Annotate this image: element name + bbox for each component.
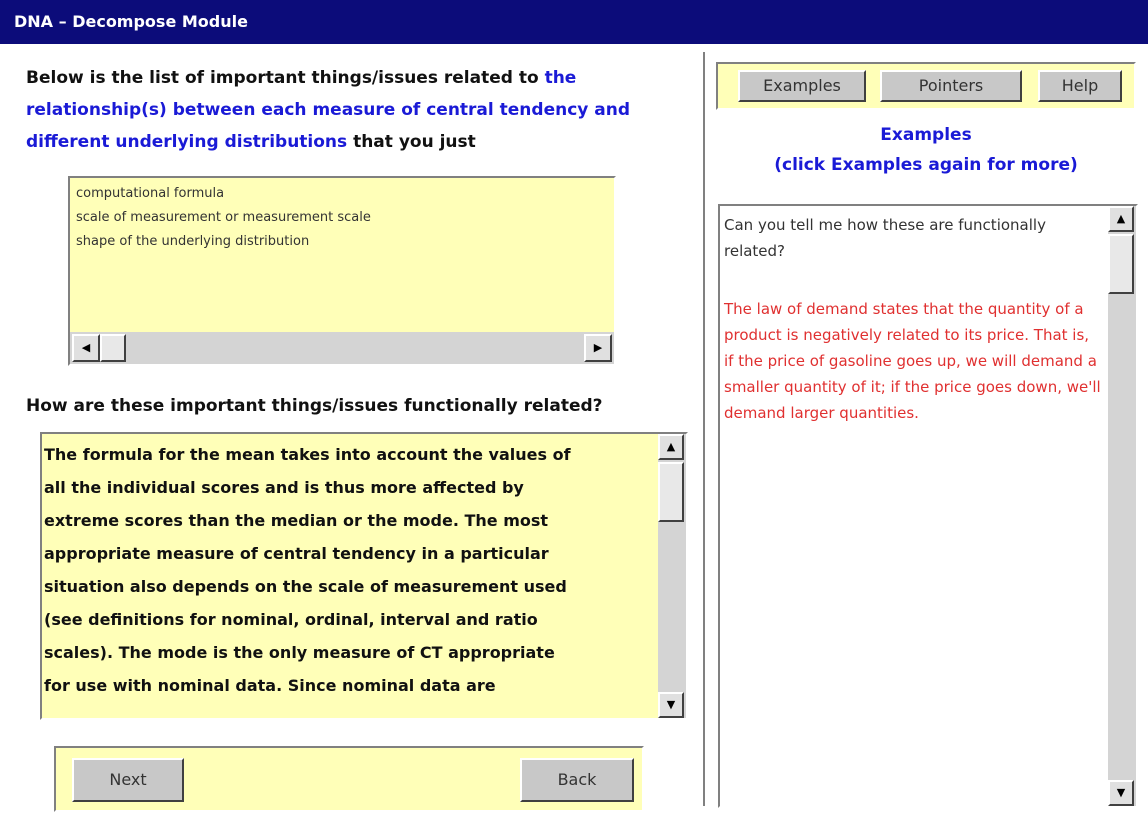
examples-vertical-scrollbar[interactable]: ▲ ▼: [1108, 206, 1136, 806]
examples-subtitle: (click Examples again for more): [774, 155, 1078, 175]
navigation-panel: Next Back: [54, 746, 644, 812]
answer-text[interactable]: The formula for the mean takes into acco…: [44, 438, 654, 702]
examples-title: Examples: [880, 125, 972, 145]
vertical-scroll-thumb[interactable]: [658, 462, 684, 522]
examples-panel[interactable]: Can you tell me how these are functional…: [718, 204, 1138, 808]
title-bar: DNA – Decompose Module: [0, 0, 1148, 44]
list-item[interactable]: scale of measurement or measurement scal…: [76, 206, 371, 230]
horizontal-scroll-thumb[interactable]: [100, 334, 126, 362]
next-button[interactable]: Next: [72, 758, 184, 802]
intro-text: Below is the list of important things/is…: [26, 62, 676, 158]
back-button[interactable]: Back: [520, 758, 634, 802]
question-label: How are these important things/issues fu…: [26, 396, 603, 416]
example-body: The law of demand states that the quanti…: [724, 300, 1101, 422]
help-toolbar: Examples Pointers Help: [716, 62, 1136, 110]
examples-heading: Examples (click Examples again for more): [716, 120, 1136, 180]
list-item[interactable]: computational formula: [76, 182, 371, 206]
horizontal-scrollbar[interactable]: ◀ ▶: [70, 332, 614, 364]
intro-text-before: Below is the list of important things/is…: [26, 68, 545, 88]
issues-listbox[interactable]: computational formula scale of measureme…: [68, 176, 616, 366]
window-title: DNA – Decompose Module: [14, 12, 248, 31]
vertical-scrollbar[interactable]: ▲ ▼: [658, 434, 686, 718]
scroll-up-icon[interactable]: ▲: [1108, 206, 1134, 232]
examples-button[interactable]: Examples: [738, 70, 866, 102]
pointers-button[interactable]: Pointers: [880, 70, 1022, 102]
example-prompt: Can you tell me how these are functional…: [724, 216, 1046, 260]
examples-scroll-thumb[interactable]: [1108, 234, 1134, 294]
help-button[interactable]: Help: [1038, 70, 1122, 102]
issues-list: computational formula scale of measureme…: [76, 182, 371, 254]
scroll-up-icon[interactable]: ▲: [658, 434, 684, 460]
scroll-right-icon[interactable]: ▶: [584, 334, 612, 362]
scroll-down-icon[interactable]: ▼: [658, 692, 684, 718]
answer-textarea[interactable]: The formula for the mean takes into acco…: [40, 432, 688, 720]
intro-text-after: that you just: [347, 132, 476, 152]
scroll-left-icon[interactable]: ◀: [72, 334, 100, 362]
scroll-down-icon[interactable]: ▼: [1108, 780, 1134, 806]
panel-divider: [703, 52, 706, 806]
list-item[interactable]: shape of the underlying distribution: [76, 230, 371, 254]
